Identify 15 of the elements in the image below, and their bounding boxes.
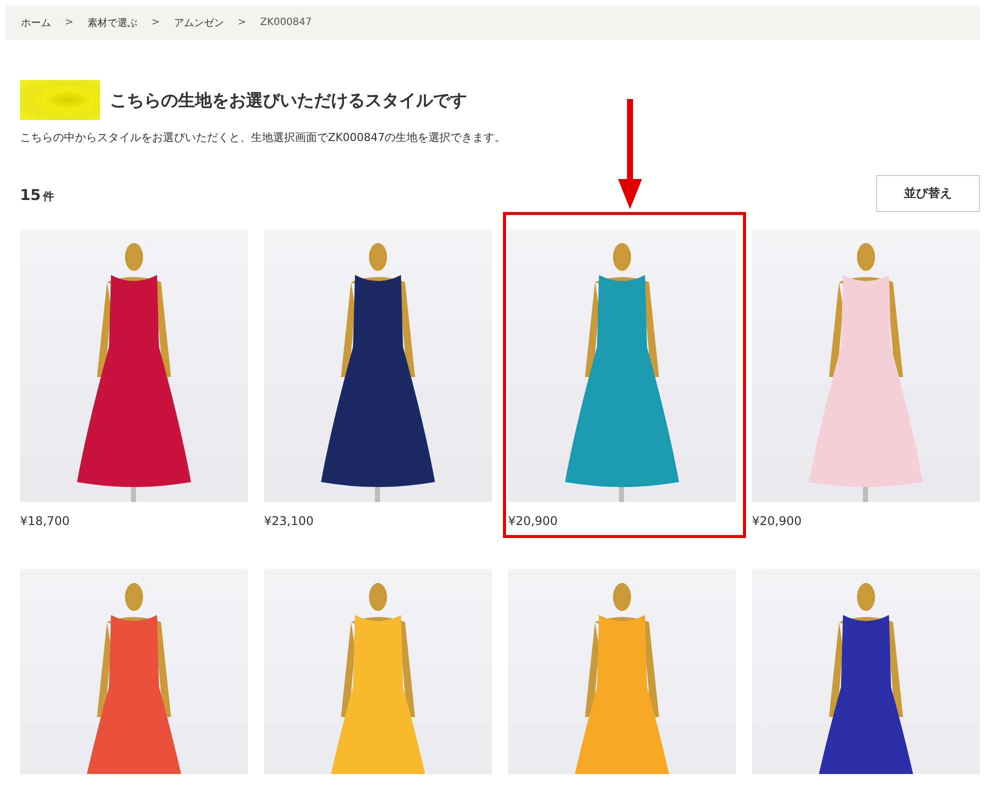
price-text: ¥18,700 (20, 514, 71, 529)
breadcrumb-link[interactable]: アムンゼン (174, 16, 224, 30)
price-text: ¥20,900 (752, 514, 803, 529)
price-text: ¥20,900 (508, 514, 559, 529)
result-count: 15 件 (20, 186, 54, 206)
description-text: こちらの中からスタイルをお選びいただくと、生地選択画面でZK000847の生地を選択できます。 (20, 130, 507, 145)
breadcrumb-current: ZK000847 (260, 17, 312, 28)
breadcrumb-separator: > (151, 17, 160, 28)
section-heading: こちらの生地をお選びいただけるスタイルです (110, 90, 467, 112)
breadcrumb-link[interactable]: ホーム (21, 16, 51, 30)
price-text: ¥23,100 (264, 514, 315, 529)
breadcrumb-separator: > (65, 17, 74, 28)
breadcrumb-link[interactable]: 素材で選ぶ (87, 16, 138, 30)
sort-button[interactable]: 並び替え (876, 175, 980, 212)
breadcrumb-separator: > (238, 17, 246, 28)
